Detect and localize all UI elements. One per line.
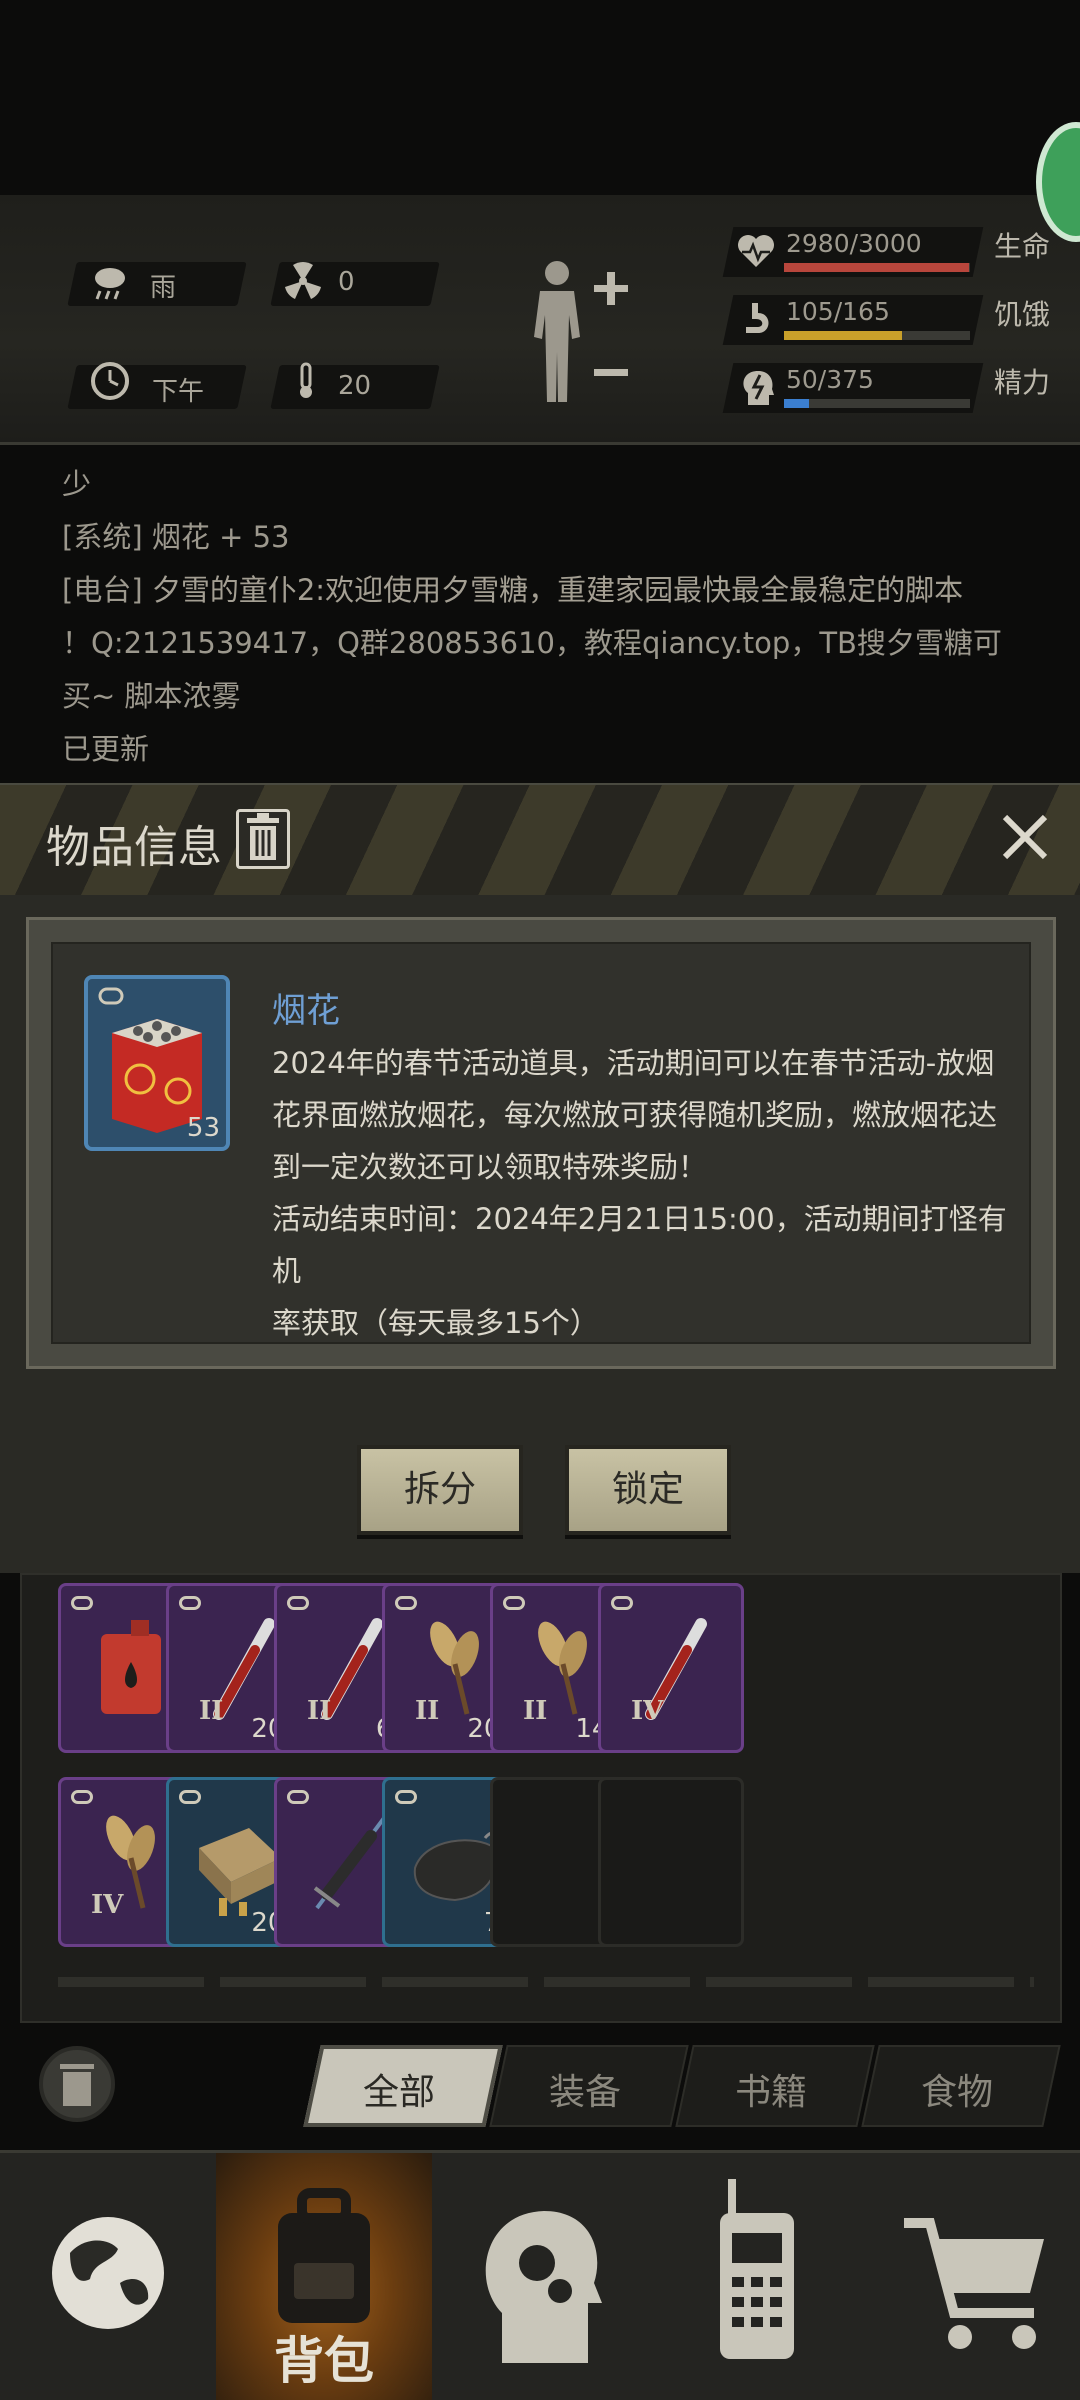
close-icon[interactable] bbox=[995, 807, 1055, 867]
status-panel: 雨 0 下午 20 2980/3000 生命 105/165 饥饿 50/375… bbox=[0, 195, 1080, 445]
radiation-icon bbox=[285, 261, 321, 299]
log-line: [电台] 夕雪的童仆2:欢迎使用夕雪糖，重建家园最快最全最稳定的脚本 bbox=[62, 573, 964, 607]
hunger-label: 饥饿 bbox=[994, 298, 1051, 331]
body-status-icon[interactable] bbox=[522, 257, 632, 407]
lock-button[interactable]: 锁定 bbox=[565, 1445, 731, 1535]
health-label: 生命 bbox=[994, 230, 1051, 263]
hunger-bar bbox=[784, 331, 970, 340]
globe-icon bbox=[52, 2217, 164, 2329]
item-count: 53 bbox=[186, 1113, 220, 1143]
log-line: ！Q:2121539417，Q群280853610，教程qiancy.top，T… bbox=[62, 626, 1002, 713]
energy-head-icon bbox=[743, 371, 774, 405]
health-value: 2980/3000 bbox=[786, 229, 922, 258]
nav-shop[interactable] bbox=[864, 2153, 1080, 2400]
thermometer-icon bbox=[300, 362, 312, 398]
temperature-value: 20 bbox=[338, 371, 372, 401]
message-log: 少 [系统] 烟花 + 53 [电台] 夕雪的童仆2:欢迎使用夕雪糖，重建家园最… bbox=[62, 458, 1022, 802]
rain-cloud-icon bbox=[95, 268, 125, 300]
time-of-day-value: 下午 bbox=[152, 377, 205, 407]
item-name: 烟花 bbox=[272, 991, 340, 1031]
weather-value: 雨 bbox=[150, 273, 177, 303]
log-line: [系统] 烟花 + 53 bbox=[62, 520, 290, 554]
tab-books-label: 书籍 bbox=[734, 2072, 807, 2113]
tab-food-label: 食物 bbox=[920, 2072, 993, 2113]
clock-icon bbox=[91, 362, 129, 400]
bulk-discard-trash-icon[interactable] bbox=[38, 2040, 116, 2128]
nav-world-map[interactable] bbox=[0, 2153, 216, 2400]
tab-equipment-label: 装备 bbox=[548, 2072, 621, 2113]
tab-all-label: 全部 bbox=[362, 2072, 435, 2113]
energy-value: 50/375 bbox=[786, 365, 874, 394]
walkie-talkie-icon bbox=[720, 2179, 794, 2359]
item-description: 2024年的春节活动道具，活动期间可以在春节活动-放烟 花界面燃放烟花，每次燃放… bbox=[272, 1046, 1007, 1340]
discard-button[interactable] bbox=[236, 809, 290, 869]
hunger-value: 105/165 bbox=[786, 297, 890, 326]
energy-bar bbox=[784, 399, 970, 408]
inventory-grid: 3 II 200 II 66 II 200 bbox=[20, 1573, 1062, 2023]
health-bar bbox=[784, 263, 970, 272]
trash-icon bbox=[247, 813, 279, 860]
bottom-nav: 背包 bbox=[0, 2150, 1080, 2400]
nav-backpack[interactable]: 背包 bbox=[216, 2153, 432, 2400]
energy-label: 精力 bbox=[994, 366, 1051, 399]
split-button[interactable]: 拆分 bbox=[357, 1445, 523, 1535]
nav-radio[interactable] bbox=[648, 2153, 864, 2400]
dialog-title: 物品信息 bbox=[46, 822, 222, 873]
stomach-icon bbox=[746, 303, 769, 333]
item-icon-slot: 53 bbox=[84, 975, 230, 1151]
inventory-slot-empty[interactable] bbox=[598, 1777, 744, 1947]
heart-rate-icon bbox=[738, 235, 774, 267]
nav-backpack-label: 背包 bbox=[274, 2332, 374, 2390]
radiation-value: 0 bbox=[338, 267, 355, 297]
shopping-cart-icon bbox=[904, 2218, 1044, 2349]
log-line: 少 bbox=[62, 467, 92, 501]
head-gears-icon bbox=[485, 2211, 602, 2363]
inventory-slot[interactable]: IV bbox=[598, 1583, 744, 1753]
log-line: 已更新 bbox=[62, 732, 150, 766]
nav-skills[interactable] bbox=[432, 2153, 648, 2400]
